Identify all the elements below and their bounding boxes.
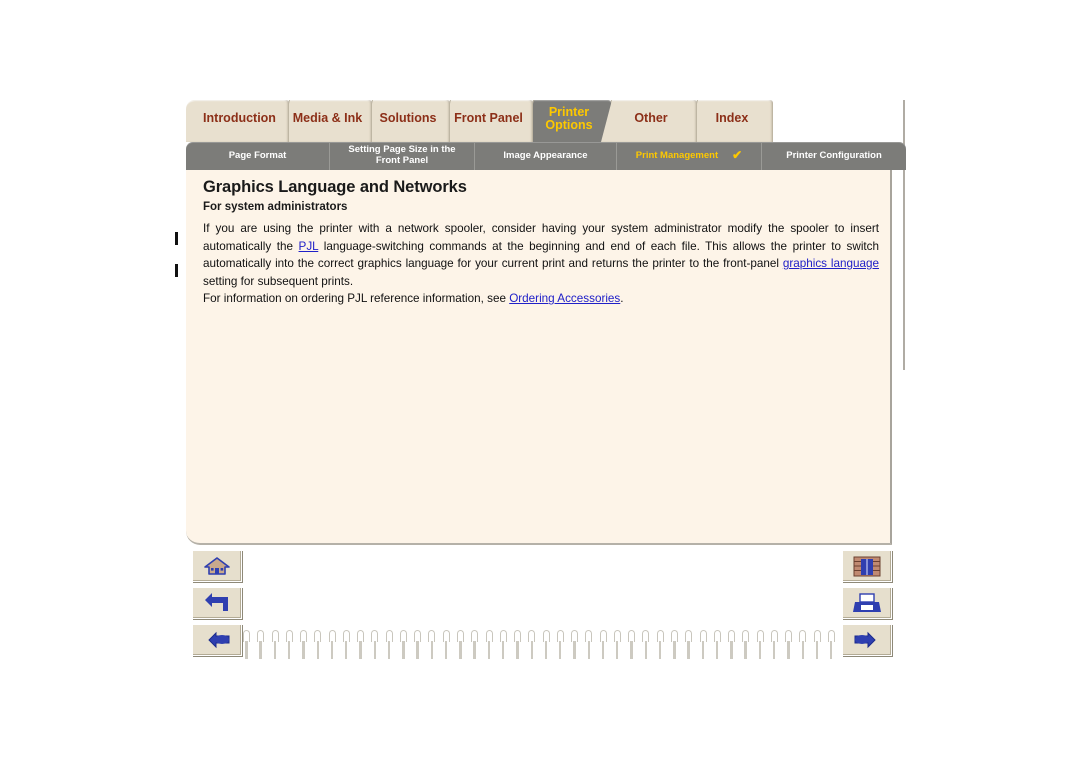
back-button[interactable] <box>192 587 242 619</box>
spiral-ring <box>713 630 721 660</box>
tab-media-and-ink[interactable]: Media & Ink <box>279 100 372 142</box>
subnav-printer-configuration[interactable]: Printer Configuration <box>762 142 906 170</box>
spiral-binding <box>243 630 835 662</box>
next-page-button[interactable] <box>842 624 892 656</box>
spiral-ring <box>785 630 793 660</box>
spiral-ring <box>456 630 464 660</box>
content-page: Graphics Language and Networks For syste… <box>186 170 892 545</box>
spiral-ring <box>728 630 736 660</box>
body-copy: If you are using the printer with a netw… <box>203 220 879 308</box>
paragraph-2: For information on ordering PJL referenc… <box>203 290 879 308</box>
spiral-ring <box>357 630 365 660</box>
spiral-ring <box>685 630 693 660</box>
print-button[interactable] <box>842 587 892 619</box>
paragraph-2-text-a: For information on ordering PJL referenc… <box>203 292 510 306</box>
spiral-ring <box>428 630 436 660</box>
previous-page-button[interactable] <box>192 624 242 656</box>
spiral-ring <box>813 630 821 660</box>
spiral-ring <box>243 630 250 660</box>
tab-label: Front Panel <box>454 111 523 126</box>
spiral-ring <box>542 630 550 660</box>
spiral-ring <box>514 630 522 660</box>
printer-icon <box>853 592 881 612</box>
page-edge-divider <box>903 100 905 370</box>
subnav-print-management[interactable]: Print Management ✔ <box>617 142 762 170</box>
spiral-ring <box>742 630 750 660</box>
spiral-ring <box>257 630 265 660</box>
paragraph-1-text-c: setting for subsequent prints. <box>203 274 354 288</box>
link-graphics-language[interactable]: graphics language <box>783 257 879 270</box>
spiral-ring <box>342 630 350 660</box>
link-pjl[interactable]: PJL <box>299 240 319 253</box>
tab-label: Media & Ink <box>292 111 363 126</box>
page-subtitle: For system administrators <box>203 201 348 213</box>
main-tab-bar: Introduction Media & Ink Solutions Front Pa… <box>186 100 906 142</box>
spiral-ring <box>827 630 835 660</box>
spiral-ring <box>799 630 807 660</box>
paragraph-2-text-b: . <box>620 292 624 306</box>
library-button[interactable] <box>842 550 892 582</box>
hand-left-icon <box>208 631 230 649</box>
spiral-ring <box>271 630 279 660</box>
subnav-page-format[interactable]: Page Format <box>186 142 330 170</box>
tab-index[interactable]: Index <box>687 100 773 142</box>
subnav-setting-page-size[interactable]: Setting Page Size in the Front Panel <box>330 142 475 170</box>
tab-label: Index <box>715 111 749 126</box>
spiral-ring <box>770 630 778 660</box>
sub-navigation-bar: Page Format Setting Page Size in the Fron… <box>186 142 906 170</box>
check-icon: ✔ <box>732 148 743 163</box>
spiral-ring <box>528 630 536 660</box>
tab-label: Introduction <box>203 111 276 126</box>
spiral-ring <box>485 630 493 660</box>
sub-nav-label: Page Format <box>228 149 287 161</box>
home-button[interactable] <box>192 550 242 582</box>
spiral-ring <box>756 630 764 660</box>
spiral-ring <box>471 630 479 660</box>
spiral-ring <box>670 630 678 660</box>
spiral-ring <box>642 630 650 660</box>
spiral-ring <box>499 630 507 660</box>
spiral-ring <box>385 630 393 660</box>
subnav-image-appearance[interactable]: Image Appearance <box>475 142 617 170</box>
home-icon <box>204 557 230 575</box>
tab-solutions[interactable]: Solutions <box>362 100 450 142</box>
spiral-ring <box>599 630 607 660</box>
hand-right-icon <box>854 631 876 649</box>
documentation-viewer: Introduction Media & Ink Solutions Front Pa… <box>0 0 1080 763</box>
tab-front-panel[interactable]: Front Panel <box>440 100 533 142</box>
spiral-ring <box>585 630 593 660</box>
sub-nav-label: Image Appearance <box>503 149 588 161</box>
sub-nav-label: Print Management <box>635 149 719 161</box>
spiral-ring <box>699 630 707 660</box>
page-title: Graphics Language and Networks <box>203 178 467 196</box>
tab-label: Solutions <box>379 111 437 126</box>
tab-introduction[interactable]: Introduction <box>186 100 289 142</box>
spiral-ring <box>613 630 621 660</box>
tab-label: Printer Options <box>545 104 593 132</box>
spiral-ring <box>300 630 308 660</box>
sub-nav-label: Printer Configuration <box>786 149 882 161</box>
change-bar <box>175 232 178 245</box>
bookshelf-icon <box>853 556 881 576</box>
tab-other[interactable]: Other <box>601 100 697 142</box>
paragraph-1: If you are using the printer with a netw… <box>203 220 879 290</box>
link-ordering-accessories[interactable]: Ordering Accessories <box>509 292 620 305</box>
sub-nav-label: Setting Page Size in the Front Panel <box>348 144 456 166</box>
spiral-ring <box>285 630 293 660</box>
spiral-ring <box>442 630 450 660</box>
spiral-ring <box>314 630 322 660</box>
spiral-ring <box>399 630 407 660</box>
tab-label: Other <box>634 111 668 126</box>
spiral-ring <box>571 630 579 660</box>
back-arrow-icon <box>205 593 228 611</box>
change-bar <box>175 264 178 277</box>
spiral-ring <box>656 630 664 660</box>
spiral-ring <box>414 630 422 660</box>
spiral-ring <box>328 630 336 660</box>
spiral-ring <box>371 630 379 660</box>
spiral-ring <box>556 630 564 660</box>
spiral-ring <box>628 630 636 660</box>
tab-printer-options[interactable]: Printer Options <box>523 100 611 142</box>
